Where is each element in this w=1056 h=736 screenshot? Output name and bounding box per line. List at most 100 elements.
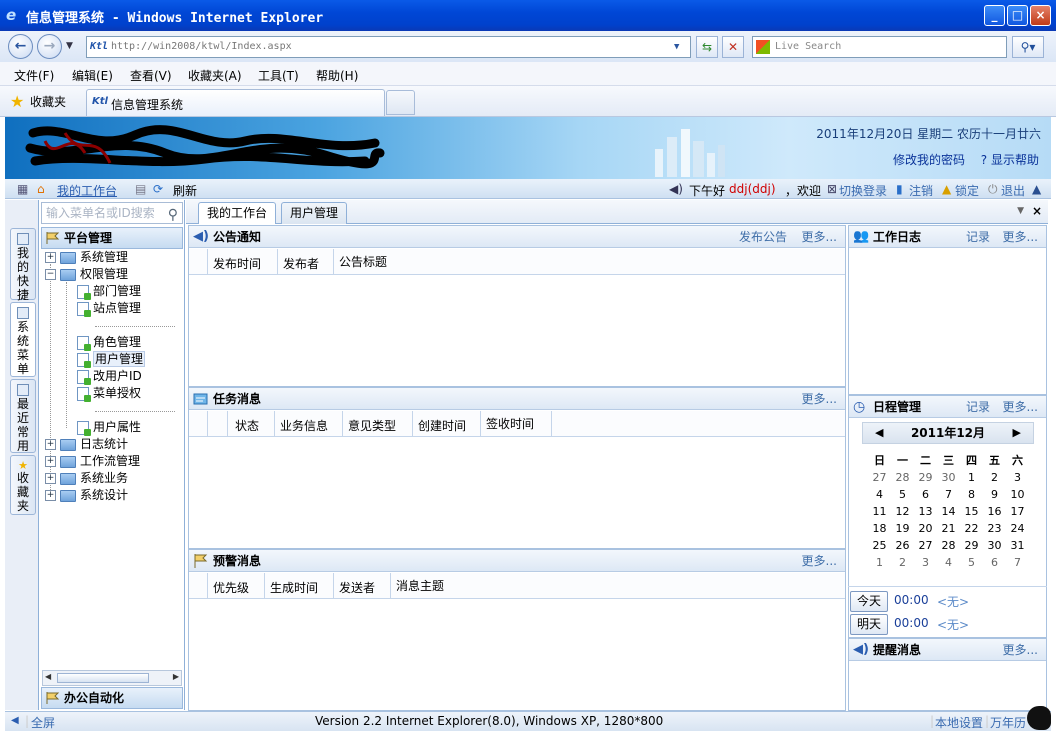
calendar-day[interactable]: 12 [891,503,914,520]
perpetual-calendar-link[interactable]: 万年历 [990,714,1028,731]
calendar-day[interactable]: 5 [891,486,914,503]
calendar-day[interactable]: 7 [937,486,960,503]
tab-user-mgmt[interactable]: 用户管理 [281,202,348,224]
menu-help[interactable]: 帮助(H) [316,67,358,84]
forward-button[interactable]: → [37,34,62,59]
lock-link[interactable]: 锁定 [955,182,979,199]
browser-tab-active[interactable]: Ktl 信息管理系统 [86,89,385,116]
calendar-day[interactable]: 27 [914,537,937,554]
maximize-button[interactable]: □ [1007,5,1028,26]
tree-item-permission-mgmt[interactable]: − 权限管理 [45,266,128,283]
calendar-day[interactable]: 24 [1006,520,1029,537]
calendar-day[interactable]: 16 [983,503,1006,520]
expand-icon[interactable]: + [45,490,56,501]
calendar-day[interactable]: 3 [1006,469,1029,486]
col-opinion-type[interactable]: 意见类型 [348,417,396,434]
tree-item-role-mgmt[interactable]: 角色管理 [77,334,141,351]
calendar-day[interactable]: 4 [868,486,891,503]
tab-my-workbench[interactable]: 我的工作台 [198,202,277,224]
calendar-day[interactable]: 7 [1006,554,1029,571]
calendar-day[interactable]: 22 [960,520,983,537]
prev-month-icon[interactable]: ◀ [875,423,883,443]
calendar-day[interactable]: 23 [983,520,1006,537]
calendar-day[interactable]: 6 [914,486,937,503]
address-dropdown-icon[interactable]: ▼ [674,38,688,56]
favorites-star-icon[interactable]: ★ [10,92,24,111]
col-business-info[interactable]: 业务信息 [280,417,328,434]
calendar-day[interactable]: 28 [937,537,960,554]
tab-list-icon[interactable]: ▼ [1017,206,1024,216]
menu-edit[interactable]: 编辑(E) [72,67,113,84]
close-tab-icon[interactable]: × [1032,204,1042,218]
alerts-more-link[interactable]: 更多... [802,550,837,572]
tree-item-system-design[interactable]: + 系统设计 [45,487,128,504]
show-help-link[interactable]: 显示帮助 [991,153,1039,167]
calendar-day[interactable]: 2 [983,469,1006,486]
reminders-more-link[interactable]: 更多... [1003,639,1038,661]
calendar-day[interactable]: 29 [914,469,937,486]
today-button[interactable]: 今天 [850,591,888,612]
col-notice-title[interactable]: 公告标题 [339,253,387,270]
publish-notice-link[interactable]: 发布公告 [739,226,787,248]
local-settings-link[interactable]: 本地设置 [935,714,983,731]
calendar-day[interactable]: 25 [868,537,891,554]
exit-link[interactable]: 退出 [1001,182,1025,199]
calendar-day[interactable]: 30 [983,537,1006,554]
tree-item-dept-mgmt[interactable]: 部门管理 [77,283,141,300]
col-priority[interactable]: 优先级 [213,579,249,596]
side-tab-recent[interactable]: 最近常用 [10,379,36,453]
calendar-day[interactable]: 26 [891,537,914,554]
calendar-day[interactable]: 13 [914,503,937,520]
menu-search-input[interactable]: 输入菜单名或ID搜索 ⚲ [41,202,183,224]
back-button[interactable]: ← [8,34,33,59]
calendar-day[interactable]: 29 [960,537,983,554]
side-tab-shortcuts[interactable]: 我的快捷 [10,228,36,302]
expand-icon[interactable]: + [45,473,56,484]
collapse-icon[interactable]: − [45,269,56,280]
office-automation-header[interactable]: 办公自动化 [41,687,183,709]
col-message-subject[interactable]: 消息主题 [396,577,444,594]
col-sign-time[interactable]: 签收时间 [486,415,534,432]
tasks-more-link[interactable]: 更多... [802,388,837,410]
fullscreen-link[interactable]: 全屏 [31,714,55,731]
tree-item-site-mgmt[interactable]: 站点管理 [77,300,141,317]
change-password-link[interactable]: 修改我的密码 [893,153,965,167]
calendar-day[interactable]: 19 [891,520,914,537]
schedule-more-link[interactable]: 更多... [1003,396,1038,418]
search-go-button[interactable]: ⚲▾ [1012,36,1044,58]
calendar-day[interactable]: 3 [914,554,937,571]
calendar-day[interactable]: 9 [983,486,1006,503]
calendar-day[interactable]: 1 [960,469,983,486]
tree-item-system-mgmt[interactable]: + 系统管理 [45,249,128,266]
calendar-day[interactable]: 30 [937,469,960,486]
tree-item-log-stats[interactable]: + 日志统计 [45,436,128,453]
side-tab-system-menu[interactable]: 系统菜单 [10,302,36,377]
calendar-day[interactable]: 11 [868,503,891,520]
col-generated-time[interactable]: 生成时间 [270,579,318,596]
col-status[interactable]: 状态 [235,417,259,434]
tree-item-system-business[interactable]: + 系统业务 [45,470,128,487]
scroll-right-icon[interactable]: ▶ [173,672,179,681]
switch-login-link[interactable]: 切换登录 [839,182,887,199]
new-tab-button[interactable] [386,90,415,115]
scroll-thumb[interactable] [57,673,149,683]
calendar-day[interactable]: 28 [891,469,914,486]
work-log-record-link[interactable]: 记录 [966,226,990,248]
favorites-label[interactable]: 收藏夹 [30,93,66,110]
calendar-day[interactable]: 10 [1006,486,1029,503]
my-workbench-link[interactable]: 我的工作台 [57,182,117,199]
minimize-button[interactable]: _ [984,5,1005,26]
calendar-day-today[interactable]: 20 [914,520,937,537]
calendar-day[interactable]: 14 [937,503,960,520]
tree-item-workflow-mgmt[interactable]: + 工作流管理 [45,453,140,470]
work-log-more-link[interactable]: 更多... [1003,226,1038,248]
next-month-icon[interactable]: ▶ [1013,423,1021,443]
grid-icon[interactable]: ▦ [17,182,28,196]
col-create-time[interactable]: 创建时间 [418,417,466,434]
collapse-header-icon[interactable]: ▲ [1032,182,1041,196]
col-publisher[interactable]: 发布者 [283,255,319,272]
expand-icon[interactable]: + [45,439,56,450]
calendar-day[interactable]: 5 [960,554,983,571]
tree-item-menu-auth[interactable]: 菜单授权 [77,385,141,402]
live-search-input[interactable]: Live Search [752,36,1007,58]
